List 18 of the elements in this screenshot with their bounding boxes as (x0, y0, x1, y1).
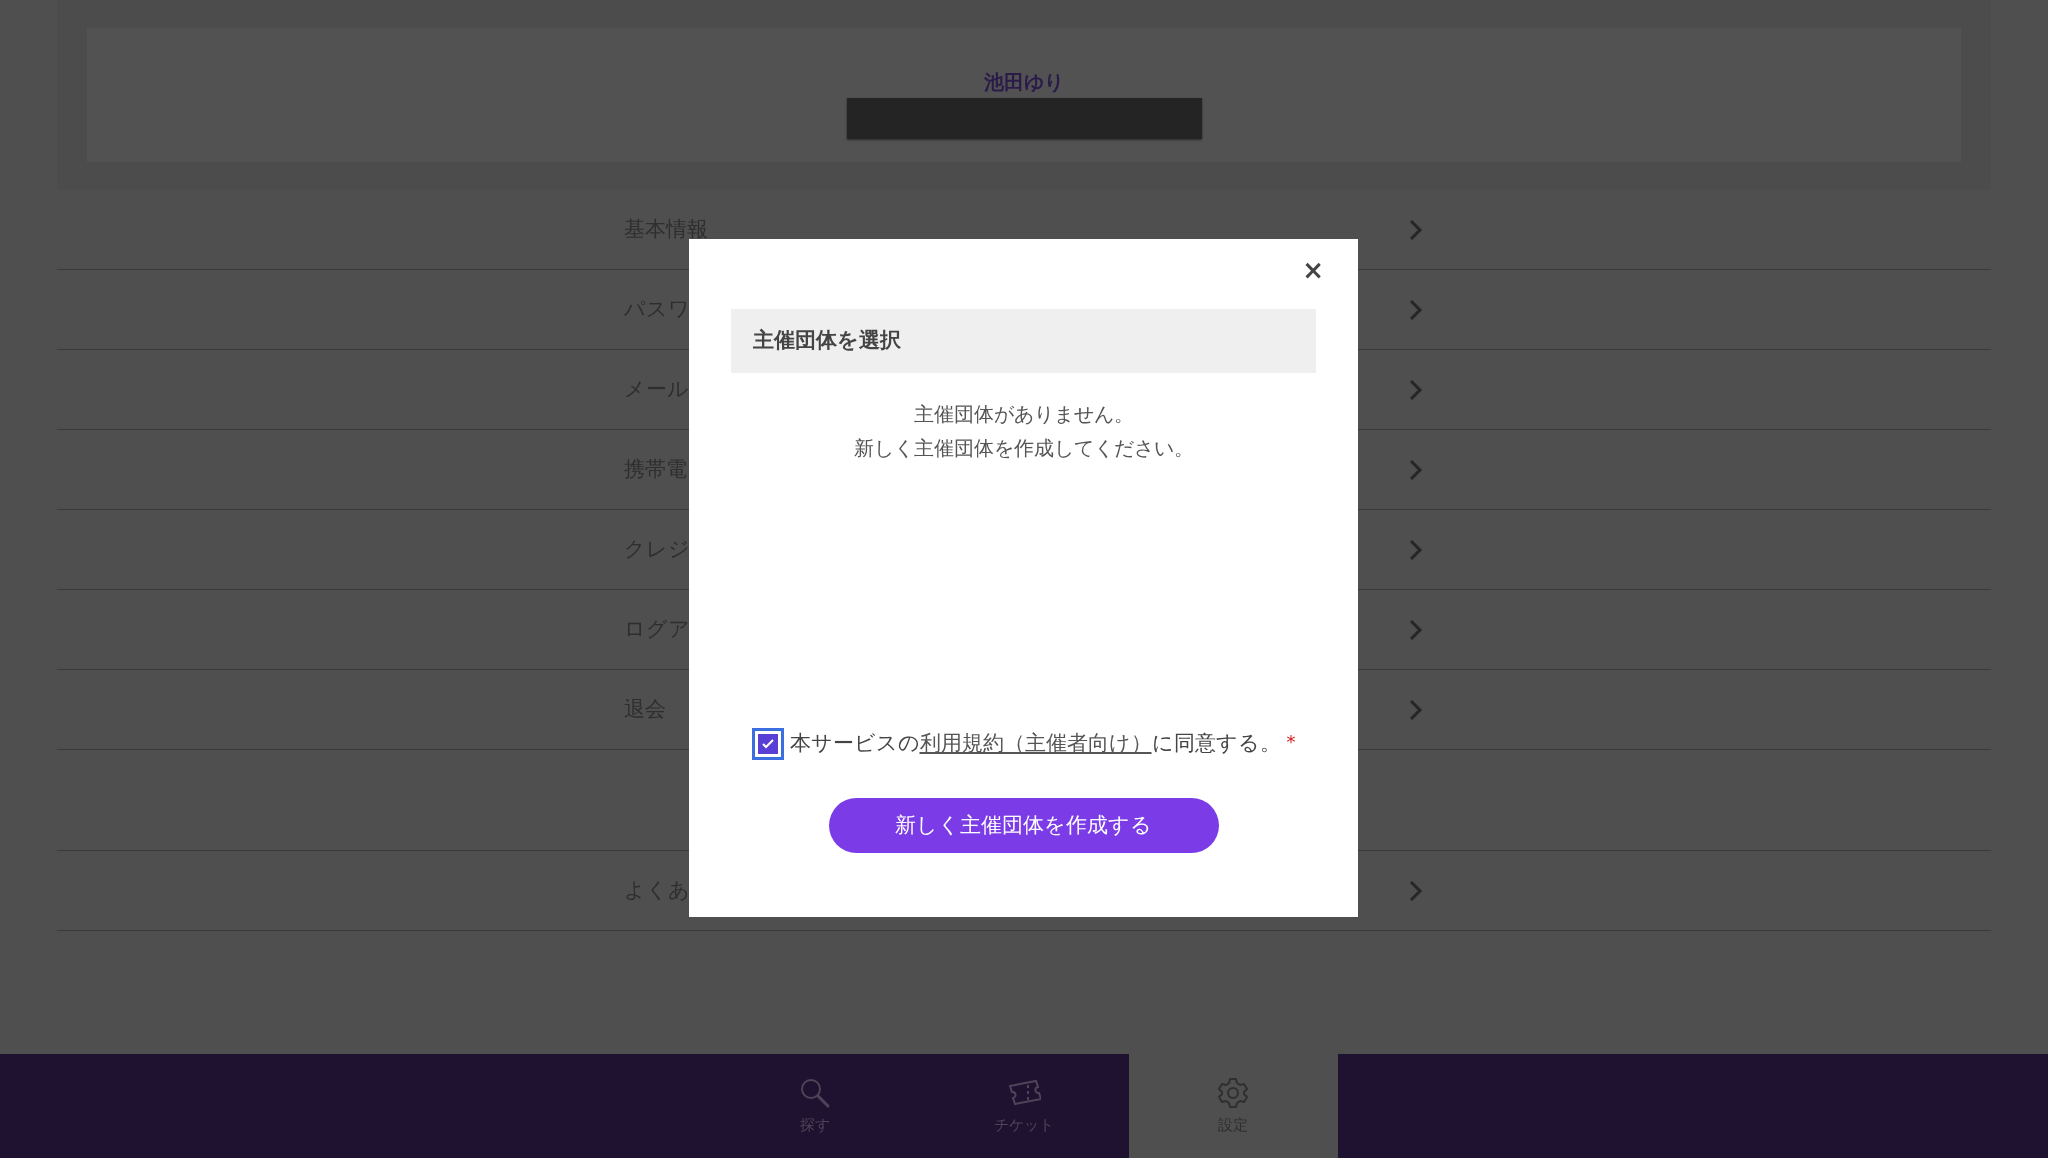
chevron-right-icon (1408, 618, 1424, 641)
settings-icon (1216, 1075, 1250, 1110)
agree-checkbox[interactable] (751, 728, 784, 760)
chevron-right-icon (1408, 378, 1424, 401)
chevron-right-icon (1408, 698, 1424, 721)
agreement-text: 本サービスの利用規約（主催者向け）に同意する。 (789, 730, 1281, 758)
modal-title: 主催団体を選択 (731, 309, 1316, 373)
required-mark: * (1286, 730, 1296, 754)
create-organizer-button[interactable]: 新しく主催団体を作成する (828, 798, 1219, 853)
terms-link[interactable]: 利用規約（主催者向け） (919, 731, 1152, 756)
message-text: 主催団体がありません。 (912, 401, 1135, 428)
chevron-right-icon (1408, 538, 1424, 561)
chevron-right-icon (1408, 879, 1424, 902)
message-text: 新しく主催団体を作成してください。 (853, 435, 1194, 462)
chevron-right-icon (1408, 218, 1424, 241)
checkmark-icon (760, 738, 775, 750)
chevron-right-icon (1408, 298, 1424, 321)
chevron-right-icon (1408, 458, 1424, 481)
